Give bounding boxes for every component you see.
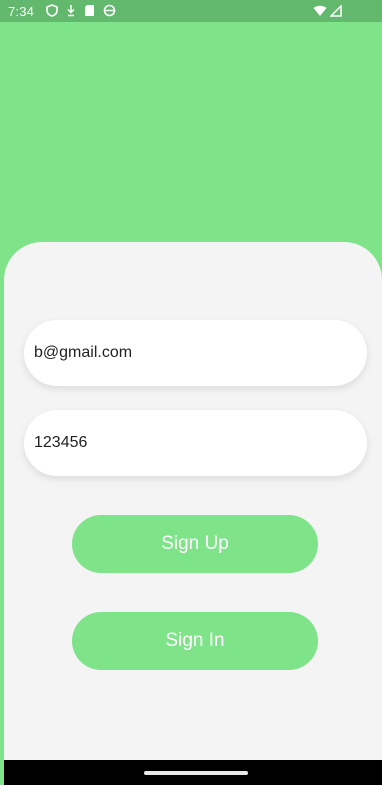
sign-in-button[interactable]: Sign In [72, 612, 318, 670]
password-input[interactable] [24, 410, 324, 476]
sd-card-icon [84, 4, 95, 17]
password-field[interactable] [24, 410, 367, 476]
status-icons-left [46, 4, 116, 17]
email-input[interactable] [24, 320, 324, 386]
signal-icon [329, 4, 342, 20]
home-indicator[interactable] [144, 771, 248, 775]
wifi-icon [313, 5, 327, 20]
sign-up-button[interactable]: Sign Up [72, 515, 318, 573]
navigation-bar [4, 760, 382, 785]
status-bar: 7:34 [0, 0, 382, 22]
circle-icon [103, 4, 116, 17]
hero-banner [0, 22, 382, 262]
login-card: Sign Up Sign In [4, 242, 382, 760]
download-icon [66, 4, 76, 17]
shield-icon [46, 4, 58, 17]
status-icons-right [313, 4, 342, 20]
email-field[interactable] [24, 320, 367, 386]
status-time: 7:34 [8, 4, 35, 19]
